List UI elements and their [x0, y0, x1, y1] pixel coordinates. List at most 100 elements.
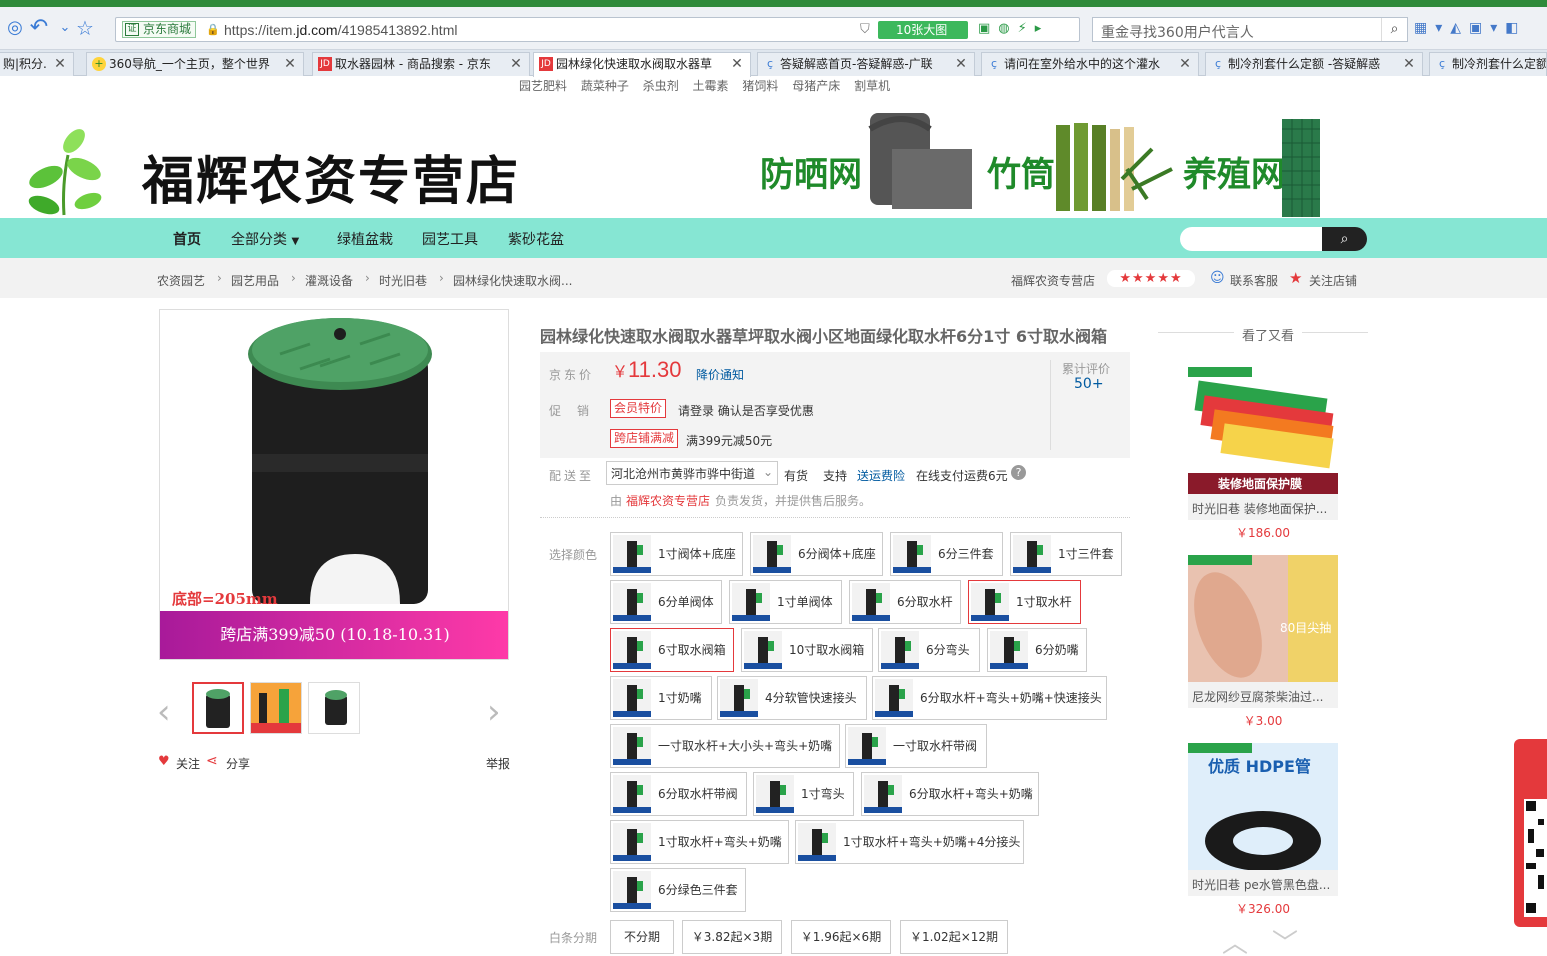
hotword-link[interactable]: 蔬菜种子	[581, 79, 629, 93]
hotword-link[interactable]: 土霉素	[693, 79, 729, 93]
delivery-address-select[interactable]: 河北沧州市黄骅市骅中街道 ⌄	[606, 461, 778, 485]
contact-service-link[interactable]: 联系客服	[1230, 272, 1278, 289]
tab-2[interactable]: JD 取水器园林 - 商品搜索 - 京东 ✕	[312, 52, 530, 76]
url-text[interactable]: https://item.jd.com/41985413892.html	[224, 22, 457, 38]
breadcrumb-item[interactable]: 园艺用品	[231, 272, 279, 289]
close-tab-icon[interactable]: ✕	[1402, 53, 1416, 75]
nav-home[interactable]: 首页	[173, 229, 201, 249]
tab-7[interactable]: ç 制冷剂套什么定额	[1429, 52, 1547, 76]
sku-option[interactable]: 6分取水杆+弯头+奶嘴+快速接头	[872, 676, 1107, 720]
tab-active[interactable]: JD 园林绿化快速取水阀取水器草 ✕	[533, 52, 751, 77]
hotword-link[interactable]: 猪饲料	[742, 79, 778, 93]
hotword-link[interactable]: 园艺肥料	[519, 79, 567, 93]
toolbar-extension-icons[interactable]: ▦▾◭▣▾◧	[1414, 20, 1527, 36]
seller-link[interactable]: 福辉农资专营店	[626, 492, 710, 509]
store-search-input[interactable]	[1180, 227, 1322, 251]
sku-option[interactable]: 1寸取水杆	[968, 580, 1081, 624]
sku-option[interactable]: 6分单阀体	[610, 580, 722, 624]
sku-option[interactable]: 6分取水杆	[849, 580, 961, 624]
tab-6[interactable]: ç 制冷剂套什么定额 -答疑解惑 ✕	[1205, 52, 1423, 76]
gallery-thumb[interactable]	[308, 682, 360, 734]
close-tab-icon[interactable]: ✕	[954, 53, 968, 75]
sku-option[interactable]: 4分软管快速接头	[717, 676, 867, 720]
browser-search-box[interactable]: 重金寻找360用户代言人 ⌕	[1092, 17, 1408, 42]
tab-4[interactable]: ç 答疑解惑首页-答疑解惑-广联 ✕	[757, 52, 975, 76]
sku-option[interactable]: 1寸取水杆+弯头+奶嘴+4分接头	[795, 820, 1024, 864]
sku-option[interactable]: 1寸单阀体	[729, 580, 842, 624]
sku-option[interactable]: 6分绿色三件套	[610, 868, 746, 912]
hotword-link[interactable]: 母猪产床	[792, 79, 840, 93]
recommend-item[interactable]: 装修地面保护膜 时光旧巷 装修地面保护... ￥186.00	[1188, 367, 1338, 541]
tab-5[interactable]: ç 请问在室外给水中的这个灌水 ✕	[981, 52, 1199, 76]
sku-option[interactable]: 10寸取水阀箱	[741, 628, 873, 672]
recommend-down-arrow[interactable]: ﹀	[1272, 923, 1298, 956]
thumb-prev-arrow[interactable]: ‹	[157, 692, 171, 732]
address-bar[interactable]: 证 京东商城 🔒 https://item.jd.com/41985413892…	[115, 17, 1080, 42]
recommend-item-title[interactable]: 时光旧巷 装修地面保护...	[1188, 494, 1338, 520]
breadcrumb-item[interactable]: 灌溉设备	[305, 272, 353, 289]
installment-option[interactable]: 不分期	[610, 920, 674, 954]
side-qr-panel[interactable]	[1514, 739, 1547, 927]
report-link[interactable]: 举报	[486, 755, 510, 772]
share-link[interactable]: 分享	[226, 755, 250, 772]
sku-option[interactable]: 1寸弯头	[753, 772, 854, 816]
sku-option[interactable]: 6分取水杆+弯头+奶嘴	[861, 772, 1039, 816]
sku-option[interactable]: 1寸奶嘴	[610, 676, 712, 720]
recommend-item-title[interactable]: 尼龙网纱豆腐茶柴油过...	[1188, 682, 1338, 708]
sku-option[interactable]: 1寸取水杆+弯头+奶嘴	[610, 820, 789, 864]
sku-option[interactable]: 6分取水杆带阀	[610, 772, 747, 816]
dropdown-icon[interactable]: ⌄	[54, 17, 76, 39]
big-image-button[interactable]: 10张大图	[878, 21, 968, 39]
gallery-thumb[interactable]	[250, 682, 302, 734]
sku-option[interactable]: 一寸取水杆+大小头+弯头+奶嘴	[610, 724, 840, 768]
sku-option[interactable]: 1寸阀体+底座	[610, 532, 743, 576]
close-tab-icon[interactable]: ✕	[1178, 53, 1192, 75]
sku-option[interactable]: 6分阀体+底座	[750, 532, 883, 576]
back-icon[interactable]: ↶	[28, 17, 50, 39]
close-tab-icon[interactable]: ✕	[53, 53, 67, 75]
shield-icon[interactable]: ⛉	[860, 22, 870, 37]
hotword-link[interactable]: 杀虫剂	[643, 79, 679, 93]
help-icon[interactable]: ?	[1011, 465, 1026, 480]
close-tab-icon[interactable]: ✕	[283, 53, 297, 75]
nav-garden-tools[interactable]: 园艺工具	[422, 229, 478, 249]
sku-option[interactable]: 1寸三件套	[1010, 532, 1122, 576]
follow-product-link[interactable]: 关注	[176, 755, 200, 772]
product-main-image[interactable]: 底部=205mm 跨店满399减50 (10.18-10.31)	[159, 309, 509, 660]
close-tab-icon[interactable]: ✕	[730, 53, 744, 75]
hotword-link[interactable]: 割草机	[854, 79, 890, 93]
site-identity-badge[interactable]: 证 京东商城	[122, 21, 197, 38]
address-bar-tool-icons[interactable]: ▣◍⚡▸	[978, 21, 1049, 36]
recommend-item[interactable]: 80目尖抽 尼龙网纱豆腐茶柴油过... ￥3.00	[1188, 555, 1338, 729]
sku-option[interactable]: 6分弯头	[878, 628, 980, 672]
nav-green-plants[interactable]: 绿植盆栽	[337, 229, 393, 249]
tab-1[interactable]: +360导航_一个主页，整个世界 ✕	[86, 52, 304, 76]
close-tab-icon[interactable]: ✕	[509, 53, 523, 75]
sku-option[interactable]: 6寸取水阀箱	[610, 628, 734, 672]
thumb-next-arrow[interactable]: ›	[487, 692, 501, 732]
history-icon[interactable]: ◎	[4, 17, 26, 39]
freight-insurance-link[interactable]: 送运费险	[857, 467, 905, 484]
tab-0[interactable]: 购|积分...✕	[0, 52, 74, 76]
shop-name-link[interactable]: 福辉农资专营店	[1011, 272, 1095, 289]
recommend-up-arrow[interactable]: ︿	[1222, 923, 1248, 956]
installment-option[interactable]: ￥1.02起×12期	[900, 920, 1008, 954]
store-search-button[interactable]: ⌕	[1322, 227, 1367, 251]
installment-option[interactable]: ￥1.96起×6期	[791, 920, 891, 954]
breadcrumb-item[interactable]: 时光旧巷	[379, 272, 427, 289]
favorite-star-icon[interactable]: ☆	[74, 17, 96, 39]
breadcrumb-item[interactable]: 农资园艺	[157, 272, 205, 289]
sku-option[interactable]: 一寸取水杆带阀	[845, 724, 987, 768]
search-icon[interactable]: ⌕	[1381, 18, 1407, 41]
recommend-item-title[interactable]: 时光旧巷 pe水管黑色盘...	[1188, 870, 1338, 896]
sku-option[interactable]: 6分奶嘴	[987, 628, 1087, 672]
recommend-item[interactable]: 优质 HDPE管 时光旧巷 pe水管黑色盘... ￥326.00	[1188, 743, 1338, 917]
nav-all-categories[interactable]: 全部分类 ▼	[231, 229, 299, 249]
sku-option[interactable]: 6分三件套	[890, 532, 1003, 576]
follow-shop-link[interactable]: 关注店铺	[1309, 272, 1357, 289]
installment-option[interactable]: ￥3.82起×3期	[682, 920, 782, 954]
price-notify-link[interactable]: 降价通知	[696, 366, 744, 383]
review-count-link[interactable]: 50+	[1074, 376, 1104, 392]
nav-clay-pots[interactable]: 紫砂花盆	[508, 229, 564, 249]
gallery-thumb[interactable]	[192, 682, 244, 734]
